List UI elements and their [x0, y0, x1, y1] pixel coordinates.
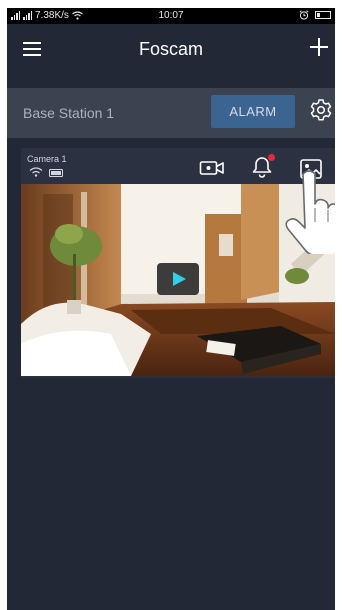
notification-badge — [268, 154, 275, 161]
plus-icon[interactable] — [308, 36, 330, 58]
app-header: Foscam — [7, 24, 335, 76]
photo-gallery-icon[interactable] — [299, 158, 323, 180]
base-station-row: Base Station 1 ALARM — [7, 88, 335, 138]
camera-name: Camera 1 — [27, 154, 67, 164]
wifi-icon — [29, 167, 43, 177]
camera-card: Camera 1 — [21, 148, 335, 378]
base-station-name: Base Station 1 — [23, 105, 115, 121]
app-screen: 7.38K/s 10:07 Foscam Base Station 1 ALAR… — [7, 8, 335, 610]
camera-preview[interactable] — [21, 184, 335, 376]
battery-icon — [49, 169, 63, 177]
status-right — [299, 10, 331, 20]
status-bar: 7.38K/s 10:07 — [7, 8, 335, 24]
alarm-button[interactable]: ALARM — [211, 95, 295, 128]
video-camera-icon[interactable] — [199, 158, 225, 178]
play-icon[interactable] — [157, 263, 199, 295]
gear-icon[interactable] — [309, 98, 333, 122]
status-time: 10:07 — [158, 10, 184, 21]
alarm-clock-icon — [299, 10, 309, 20]
page-title: Foscam — [138, 39, 203, 59]
battery-status-icon — [315, 11, 331, 19]
